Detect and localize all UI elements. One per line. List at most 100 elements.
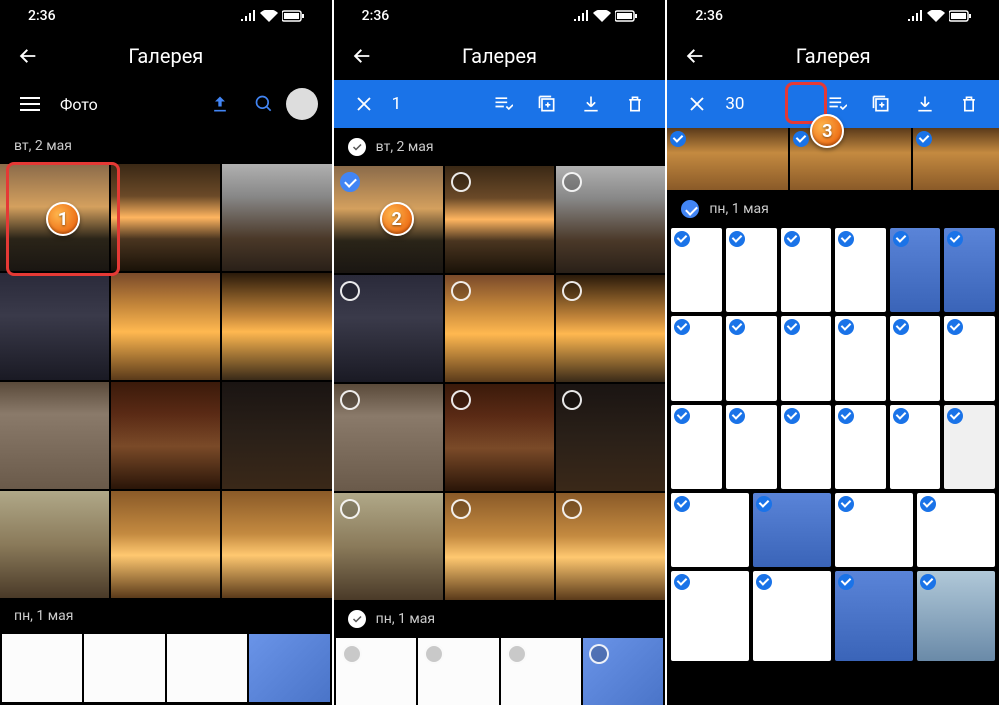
photo-tile[interactable] <box>2 634 82 702</box>
photo-tile[interactable] <box>835 571 913 661</box>
selection-indicator[interactable] <box>342 644 362 664</box>
photo-tile[interactable] <box>501 638 581 705</box>
photo-tile[interactable] <box>556 384 665 491</box>
selection-indicator[interactable] <box>674 319 690 335</box>
selection-indicator[interactable] <box>838 496 854 512</box>
photo-tile[interactable] <box>445 166 554 273</box>
photo-tile[interactable] <box>726 316 777 400</box>
photo-tile[interactable] <box>944 316 995 400</box>
selection-indicator[interactable] <box>451 172 471 192</box>
selection-indicator[interactable] <box>562 281 582 301</box>
photo-tile[interactable] <box>556 493 665 600</box>
date-checkbox[interactable] <box>681 200 699 218</box>
selection-indicator[interactable] <box>674 496 690 512</box>
selection-indicator[interactable] <box>784 231 800 247</box>
photo-tile[interactable] <box>726 228 777 312</box>
selection-indicator[interactable] <box>340 499 360 519</box>
back-button[interactable] <box>342 36 382 76</box>
selection-indicator[interactable] <box>451 499 471 519</box>
selection-indicator[interactable] <box>784 408 800 424</box>
photo-tile[interactable] <box>583 638 663 705</box>
photo-tile[interactable] <box>671 228 722 312</box>
photo-tile[interactable] <box>111 382 220 489</box>
photo-tile[interactable] <box>222 273 331 380</box>
photo-tile[interactable] <box>167 634 247 702</box>
search-button[interactable] <box>242 82 286 126</box>
photo-tile[interactable] <box>334 275 443 382</box>
selection-indicator[interactable] <box>756 574 772 590</box>
photo-tile[interactable] <box>556 166 665 273</box>
photo-tile[interactable] <box>913 128 999 190</box>
selection-indicator[interactable] <box>784 319 800 335</box>
back-button[interactable] <box>675 36 715 76</box>
selection-indicator[interactable] <box>920 496 936 512</box>
photo-tile[interactable] <box>222 491 331 598</box>
selection-indicator[interactable] <box>424 644 444 664</box>
delete-button[interactable] <box>613 82 657 126</box>
selection-indicator[interactable] <box>451 390 471 410</box>
download-button[interactable] <box>569 82 613 126</box>
selection-indicator[interactable] <box>893 408 909 424</box>
photo-tile[interactable] <box>445 384 554 491</box>
photo-tile[interactable] <box>944 228 995 312</box>
photo-tile[interactable] <box>917 571 995 661</box>
selection-indicator[interactable] <box>729 231 745 247</box>
selection-indicator[interactable] <box>340 390 360 410</box>
photo-tile[interactable] <box>445 493 554 600</box>
selection-indicator[interactable] <box>451 281 471 301</box>
photo-tile[interactable] <box>418 638 498 705</box>
selection-indicator[interactable] <box>674 574 690 590</box>
photo-tile[interactable] <box>222 164 331 271</box>
date-header-2[interactable]: пн, 1 мая <box>334 600 666 638</box>
selection-indicator[interactable] <box>562 390 582 410</box>
photo-tile[interactable] <box>334 493 443 600</box>
date-header-1[interactable]: вт, 2 мая <box>334 128 666 166</box>
photo-tile[interactable] <box>753 571 831 661</box>
selection-indicator[interactable] <box>729 408 745 424</box>
selection-indicator[interactable] <box>507 644 527 664</box>
selection-indicator[interactable] <box>920 574 936 590</box>
photo-tile[interactable] <box>445 275 554 382</box>
photo-tile[interactable] <box>790 128 911 190</box>
selection-indicator[interactable] <box>947 319 963 335</box>
delete-button[interactable] <box>947 82 991 126</box>
photo-tile[interactable] <box>835 493 913 567</box>
selection-indicator[interactable] <box>947 408 963 424</box>
selection-indicator[interactable] <box>838 574 854 590</box>
selection-indicator[interactable] <box>340 281 360 301</box>
photo-tile[interactable] <box>671 405 722 489</box>
photo-tile[interactable] <box>835 228 886 312</box>
photo-tile[interactable] <box>944 405 995 489</box>
selection-indicator[interactable] <box>838 319 854 335</box>
photo-tile[interactable] <box>781 316 832 400</box>
add-to-button[interactable] <box>525 82 569 126</box>
photo-tile[interactable] <box>671 316 722 400</box>
photo-tile[interactable] <box>249 634 329 702</box>
photo-tile[interactable] <box>111 164 220 271</box>
selection-indicator[interactable] <box>838 231 854 247</box>
photo-tile[interactable] <box>111 273 220 380</box>
avatar[interactable] <box>286 88 318 120</box>
photo-tile[interactable] <box>781 228 832 312</box>
selection-indicator[interactable] <box>729 319 745 335</box>
photo-tile[interactable] <box>222 382 331 489</box>
photo-tile[interactable] <box>0 273 109 380</box>
photo-tile[interactable] <box>753 493 831 567</box>
selection-indicator[interactable] <box>674 408 690 424</box>
photo-tile[interactable] <box>890 316 941 400</box>
menu-button[interactable] <box>8 82 52 126</box>
date-checkbox[interactable] <box>348 610 366 628</box>
selection-indicator[interactable] <box>562 499 582 519</box>
photo-tile[interactable] <box>667 128 788 190</box>
date-checkbox[interactable] <box>348 138 366 156</box>
photo-tile[interactable] <box>835 405 886 489</box>
selection-indicator[interactable] <box>893 231 909 247</box>
photo-tile[interactable] <box>111 491 220 598</box>
photo-tile[interactable] <box>890 228 941 312</box>
close-selection-button[interactable] <box>675 82 719 126</box>
select-all-button[interactable] <box>481 82 525 126</box>
photo-tile[interactable] <box>334 384 443 491</box>
selection-indicator[interactable] <box>838 408 854 424</box>
close-selection-button[interactable] <box>342 82 386 126</box>
add-to-button[interactable] <box>859 82 903 126</box>
